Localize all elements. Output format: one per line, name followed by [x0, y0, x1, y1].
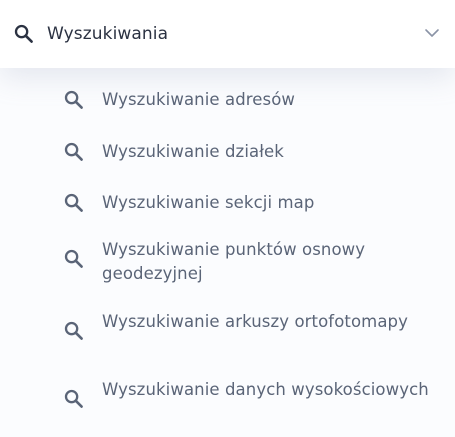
section-title: Wyszukiwania: [47, 24, 169, 44]
search-icon: [64, 389, 84, 409]
list-item-label: Wyszukiwanie sekcji map: [102, 193, 315, 212]
search-icon: [64, 90, 84, 110]
search-icon: [14, 24, 34, 44]
list-item-label: Wyszukiwanie danych wysokościowych: [102, 380, 429, 399]
search-icon: [64, 321, 84, 341]
search-icon: [64, 142, 84, 162]
list-item-label: Wyszukiwanie adresów: [102, 90, 296, 109]
list-item-label: Wyszukiwanie arkuszy ortofotomapy: [102, 312, 408, 331]
search-panel: Wyszukiwania Wyszukiwanie adresów Wyszuk…: [0, 0, 455, 437]
list-item-label: Wyszukiwanie punktów osnowy geodezyjnej: [102, 240, 366, 283]
search-icon: [64, 193, 84, 213]
list-item-label: Wyszukiwanie działek: [102, 142, 284, 161]
search-section-header[interactable]: Wyszukiwania: [0, 0, 455, 68]
search-icon: [64, 249, 84, 269]
chevron-down-icon[interactable]: [424, 27, 440, 39]
